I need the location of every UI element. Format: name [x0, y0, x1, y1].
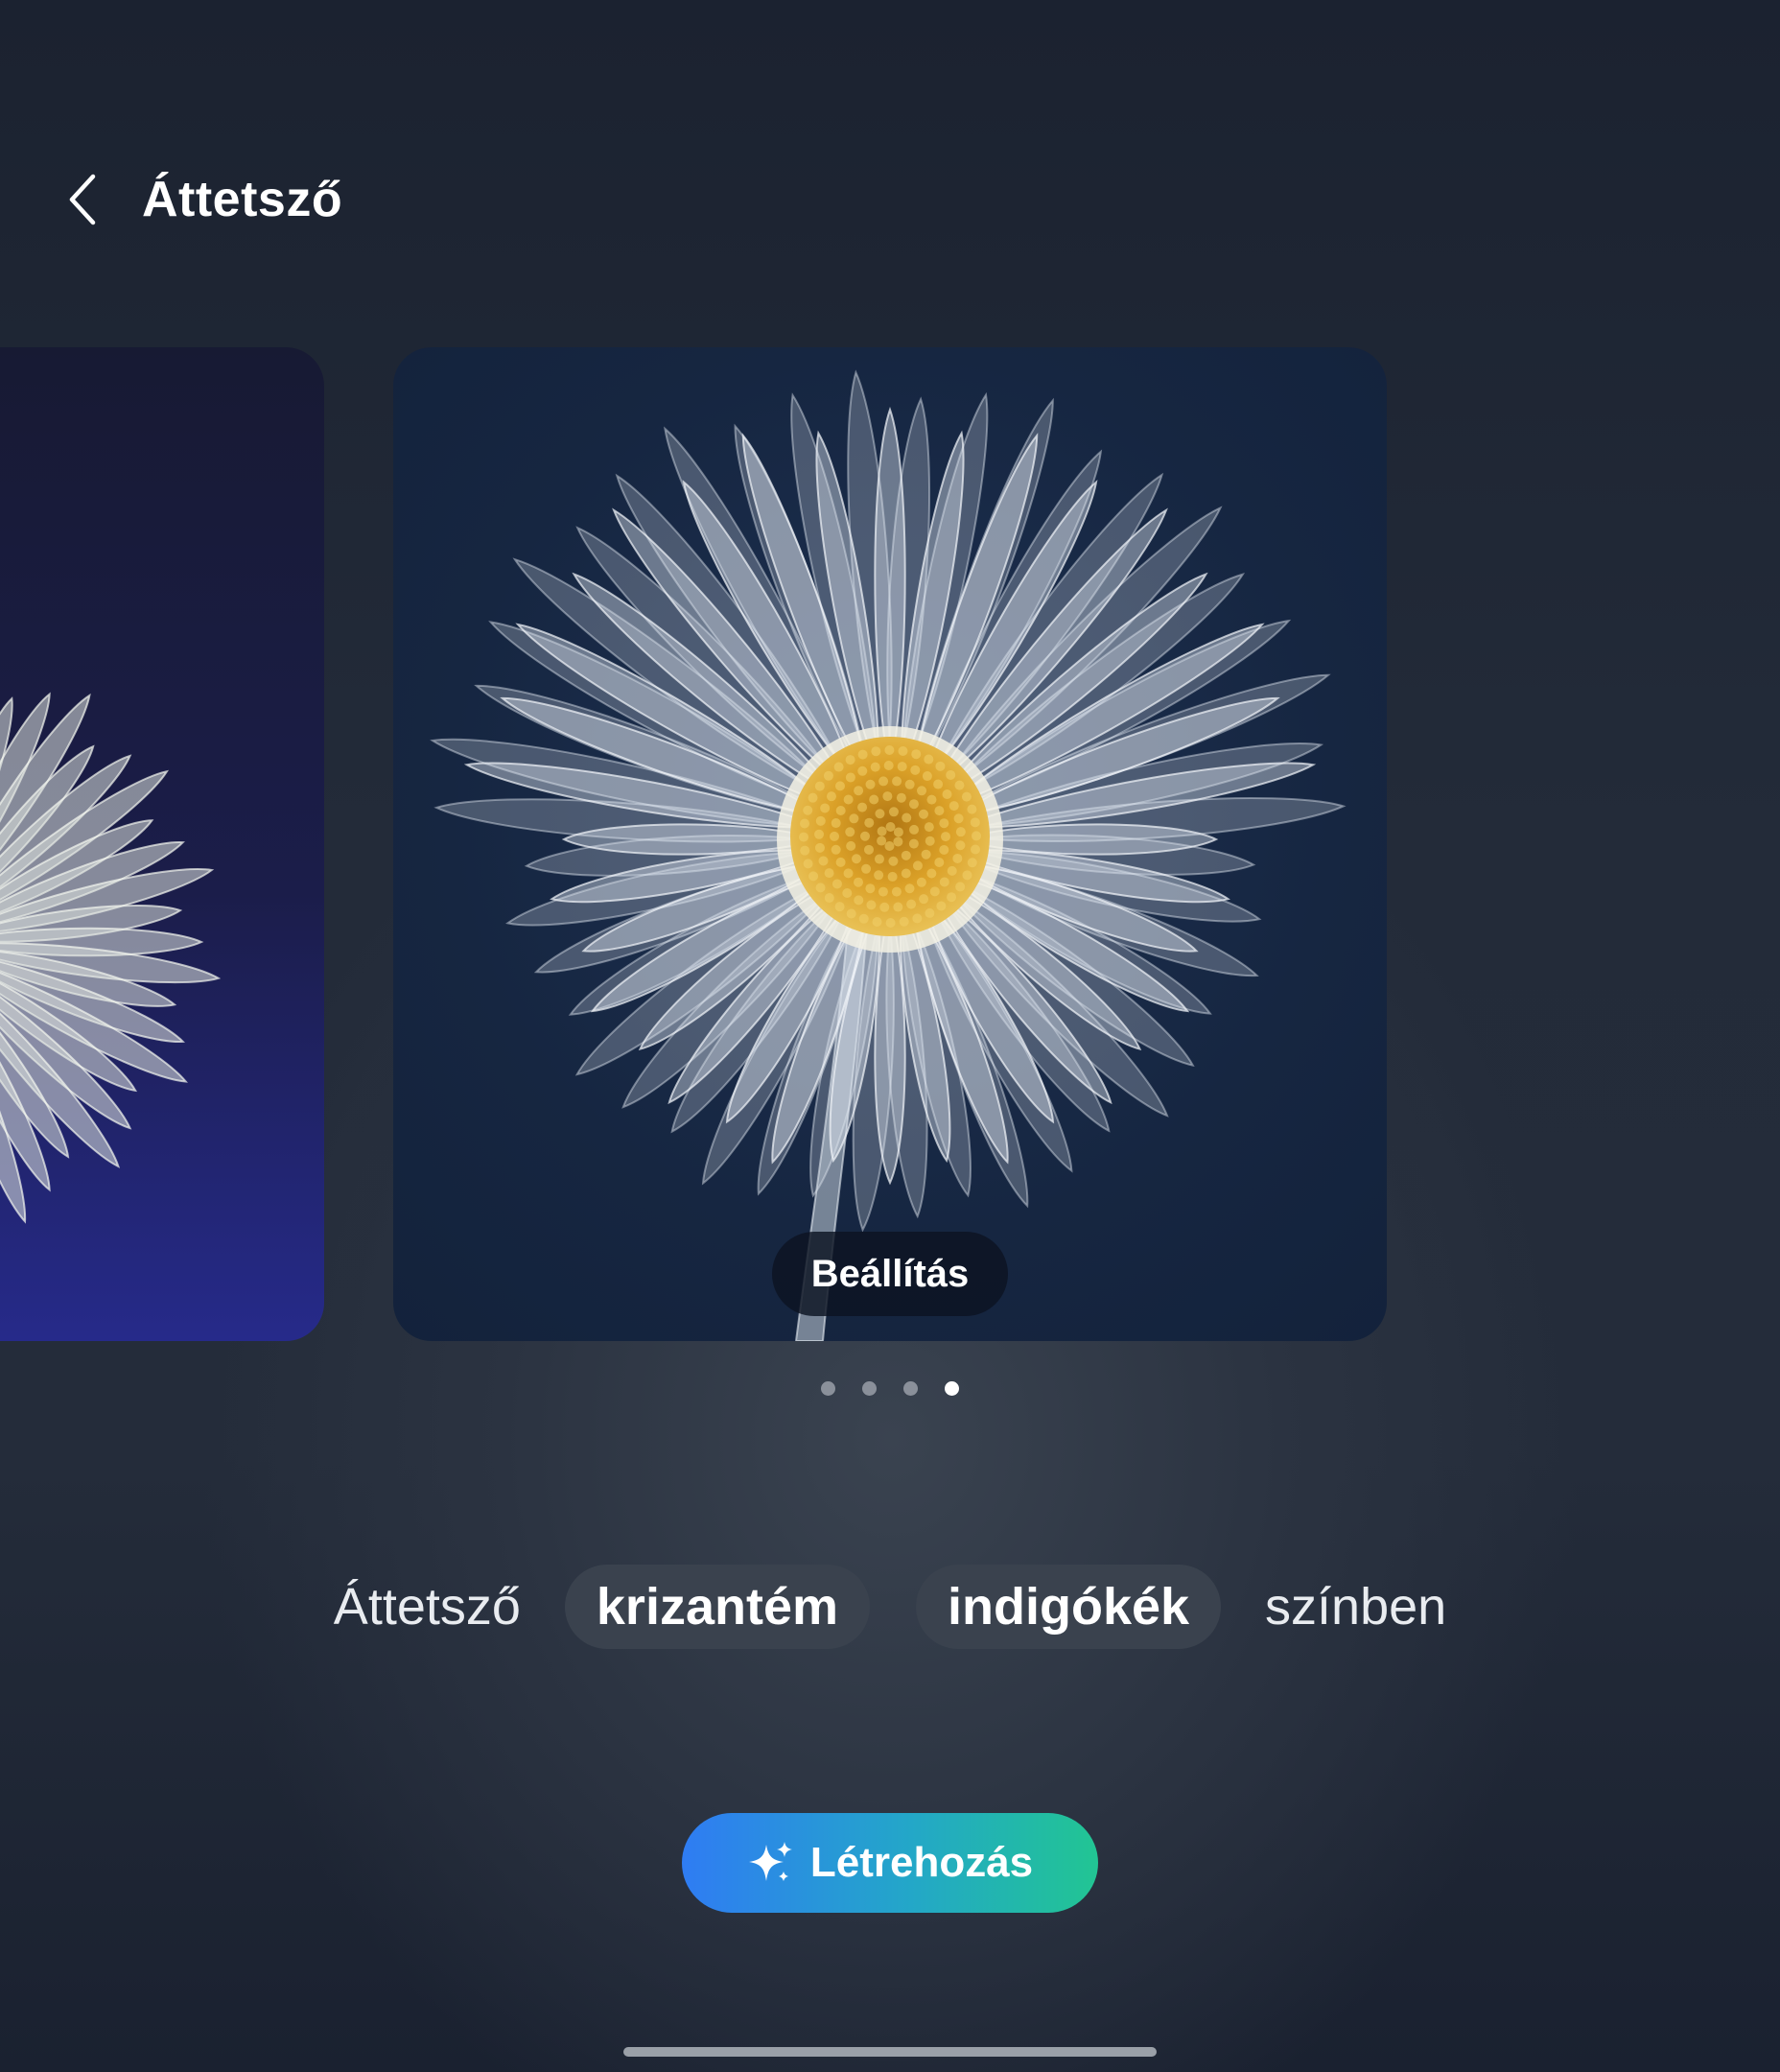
- pagination-dot[interactable]: [821, 1381, 835, 1396]
- pagination-dot-active[interactable]: [945, 1381, 959, 1396]
- header: Áttetsző: [56, 161, 342, 238]
- pagination-dot[interactable]: [903, 1381, 918, 1396]
- home-indicator[interactable]: [623, 2047, 1157, 2057]
- carousel-card-previous[interactable]: [0, 347, 324, 1341]
- chevron-left-icon: [69, 174, 96, 225]
- sparkle-icon: [748, 1842, 792, 1881]
- create-button[interactable]: Létrehozás: [682, 1813, 1098, 1913]
- prompt-suffix: színben: [1265, 1578, 1447, 1636]
- chrysanthemum-image: [0, 692, 222, 1224]
- carousel-card-current[interactable]: Beállítás: [393, 347, 1387, 1341]
- prompt-prefix: Áttetsző: [333, 1578, 521, 1636]
- subject-chip[interactable]: krizantém: [564, 1565, 870, 1649]
- page-title: Áttetsző: [142, 172, 343, 227]
- daisy-image: [430, 369, 1347, 1341]
- back-button[interactable]: [56, 161, 109, 238]
- create-button-label: Létrehozás: [809, 1839, 1034, 1886]
- pagination-dot[interactable]: [862, 1381, 877, 1396]
- set-wallpaper-button[interactable]: Beállítás: [772, 1232, 1008, 1316]
- color-chip[interactable]: indigókék: [916, 1565, 1222, 1649]
- prompt-row: Áttetsző krizantém indigókék színben: [0, 1564, 1780, 1650]
- carousel-pagination: [821, 1381, 959, 1396]
